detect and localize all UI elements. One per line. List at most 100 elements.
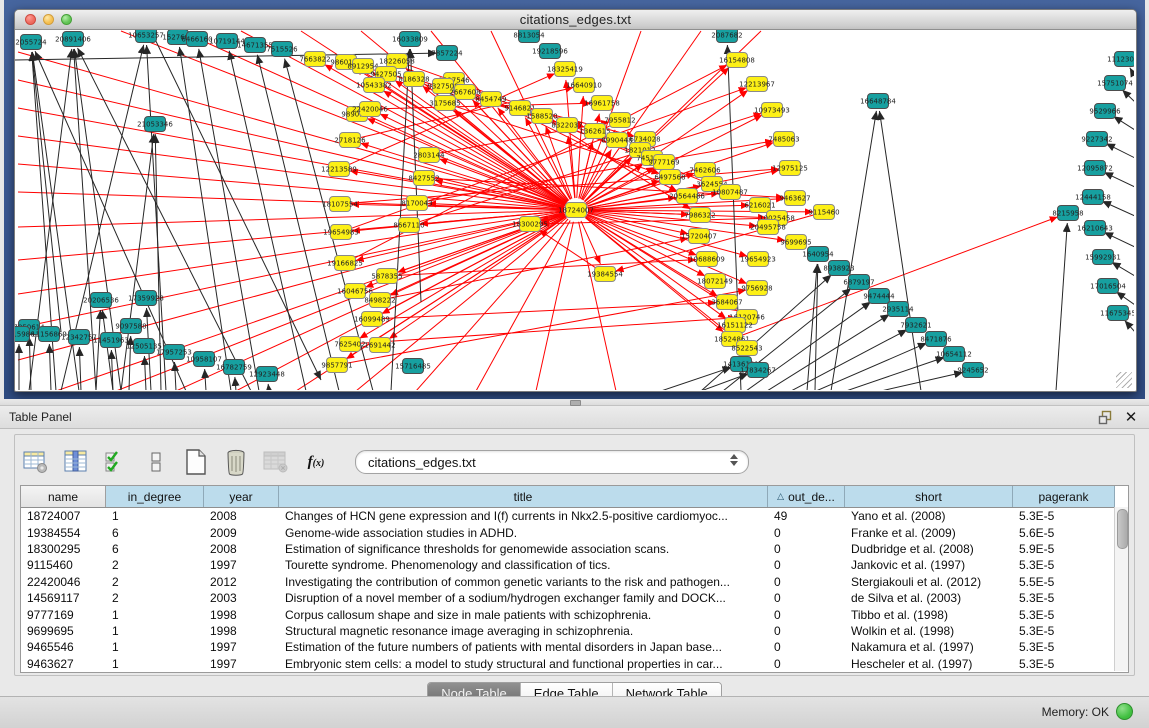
network-node[interactable]: 9529966: [1089, 104, 1121, 119]
table-row[interactable]: 946362711997Embryonic stem cells: a mode…: [21, 656, 1128, 672]
network-node[interactable]: 20206536: [83, 293, 119, 308]
network-node[interactable]: 2803144: [413, 148, 445, 163]
network-node[interactable]: 7485063: [768, 132, 799, 147]
column-header-short[interactable]: short: [845, 486, 1013, 507]
table-cell: 0: [768, 657, 845, 671]
table-row[interactable]: 2242004622012Investigating the contribut…: [21, 574, 1128, 590]
column-header-pagerank[interactable]: pagerank: [1013, 486, 1115, 507]
table-cell: Jankovic et al. (1997): [845, 558, 1013, 572]
column-header-out_de[interactable]: △out_de...: [768, 486, 845, 507]
table-row[interactable]: 969969511998Structural magnetic resonanc…: [21, 623, 1128, 639]
node-label: 19166825: [327, 260, 363, 268]
network-node[interactable]: 7857224: [431, 46, 463, 61]
table-row[interactable]: 977716911998Corpus callosum shape and si…: [21, 606, 1128, 622]
network-node[interactable]: 16099489: [354, 312, 390, 327]
network-node[interactable]: 2718126: [334, 133, 366, 148]
network-node[interactable]: 16033809: [392, 32, 428, 47]
network-node[interactable]: 10654112: [936, 347, 972, 362]
network-node[interactable]: 11675345: [1100, 306, 1134, 321]
network-node[interactable]: 8667110: [393, 218, 424, 233]
table-row[interactable]: 1872400712008Changes of HCN gene express…: [21, 508, 1128, 524]
network-node[interactable]: 9463627: [779, 191, 810, 206]
table-row[interactable]: 1456911722003Disruption of a novel membe…: [21, 590, 1128, 606]
network-node[interactable]: 11123055: [1107, 52, 1134, 67]
network-node[interactable]: 19218596: [532, 44, 568, 59]
network-node[interactable]: 12213967: [739, 77, 775, 92]
column-header-name[interactable]: name: [21, 486, 106, 507]
node-label: 22420046: [352, 106, 388, 114]
node-label: 12342757: [61, 334, 97, 342]
column-checklist-icon[interactable]: [101, 448, 131, 476]
row-selector-icon[interactable]: [141, 448, 171, 476]
table-cell: 18300295: [21, 542, 106, 556]
network-node[interactable]: 2055724: [15, 35, 47, 50]
network-node[interactable]: 8471876: [920, 332, 952, 347]
network-node[interactable]: 8813054: [513, 30, 545, 43]
delete-column-icon[interactable]: [221, 448, 251, 476]
network-node[interactable]: 19654983: [323, 225, 359, 240]
network-window-titlebar[interactable]: citations_edges.txt: [15, 10, 1136, 30]
network-node[interactable]: 16154808: [719, 53, 755, 68]
table-body: 1872400712008Changes of HCN gene express…: [21, 508, 1128, 672]
table-row[interactable]: 911546021997Tourette syndrome. Phenomeno…: [21, 557, 1128, 573]
table-cell: 1: [106, 657, 204, 671]
node-label: 6879197: [843, 279, 874, 287]
network-node[interactable]: 19384554: [587, 267, 623, 282]
network-node[interactable]: 15992931: [1085, 250, 1121, 265]
network-node[interactable]: 20891406: [55, 32, 91, 47]
delete-table-disabled-icon[interactable]: [261, 448, 291, 476]
resize-grip-icon[interactable]: [1116, 372, 1132, 388]
float-panel-icon[interactable]: [1097, 409, 1113, 425]
new-column-icon[interactable]: [181, 448, 211, 476]
network-node[interactable]: 2087682: [711, 30, 742, 43]
network-node[interactable]: 15751074: [1097, 76, 1133, 91]
scrollbar-thumb[interactable]: [1117, 509, 1128, 549]
network-edge: [1104, 172, 1134, 187]
network-node[interactable]: 9245652: [957, 363, 988, 378]
network-node[interactable]: 12923448: [249, 367, 285, 382]
network-node[interactable]: 9097588: [115, 319, 146, 334]
network-node[interactable]: 10688609: [689, 252, 725, 267]
network-node[interactable]: 16210643: [1077, 221, 1113, 236]
table-cell: 0: [768, 542, 845, 556]
table-row[interactable]: 1938455462009Genome-wide association stu…: [21, 524, 1128, 540]
network-node[interactable]: 9115460: [808, 205, 839, 220]
function-builder-icon[interactable]: f(x): [301, 448, 331, 476]
column-header-title[interactable]: title: [279, 486, 768, 507]
close-panel-icon[interactable]: ✕: [1123, 409, 1139, 425]
column-header-in_degree[interactable]: in_degree: [106, 486, 204, 507]
network-canvas[interactable]: 1872400776638229860128891295418226058942…: [15, 30, 1134, 390]
table-cell: Stergiakouli et al. (2012): [845, 575, 1013, 589]
network-node[interactable]: 9699695: [780, 235, 811, 250]
network-node[interactable]: 18107554: [322, 197, 358, 212]
network-node[interactable]: 1640954: [802, 247, 834, 262]
network-node[interactable]: 8215958: [1052, 206, 1083, 221]
network-node[interactable]: 21053346: [137, 117, 173, 132]
network-node[interactable]: 7515526: [266, 42, 298, 57]
network-node[interactable]: 15720407: [681, 229, 717, 244]
network-node[interactable]: 16640910: [566, 78, 602, 93]
network-node[interactable]: 12975125: [772, 161, 808, 176]
network-node[interactable]: 16648784: [860, 94, 896, 109]
network-node[interactable]: 9756928: [741, 281, 772, 296]
network-node[interactable]: 17016504: [1090, 279, 1126, 294]
table-row[interactable]: 946554611997Estimation of the future num…: [21, 639, 1128, 655]
network-node[interactable]: 1691442: [364, 338, 395, 353]
network-node[interactable]: 8427552: [408, 171, 439, 186]
network-node[interactable]: 9857791: [321, 358, 352, 373]
network-node[interactable]: 7462606: [689, 163, 721, 178]
table-mode-icon[interactable]: [21, 448, 51, 476]
table-scrollbar[interactable]: [1114, 507, 1128, 671]
network-node[interactable]: 12095872: [1077, 161, 1113, 176]
split-divider[interactable]: [0, 399, 1149, 406]
network-node[interactable]: 10973493: [754, 103, 790, 118]
network-node[interactable]: 19654923: [740, 252, 776, 267]
network-node[interactable]: 10653257: [128, 30, 164, 43]
column-header-year[interactable]: year: [204, 486, 279, 507]
table-row[interactable]: 1830029562008Estimation of significance …: [21, 541, 1128, 557]
network-edge: [1125, 320, 1134, 332]
network-node[interactable]: 15716485: [395, 359, 431, 374]
network-node[interactable]: 16961758: [584, 96, 620, 111]
column-visibility-icon[interactable]: [61, 448, 91, 476]
table-selector-dropdown[interactable]: citations_edges.txt: [355, 450, 749, 474]
